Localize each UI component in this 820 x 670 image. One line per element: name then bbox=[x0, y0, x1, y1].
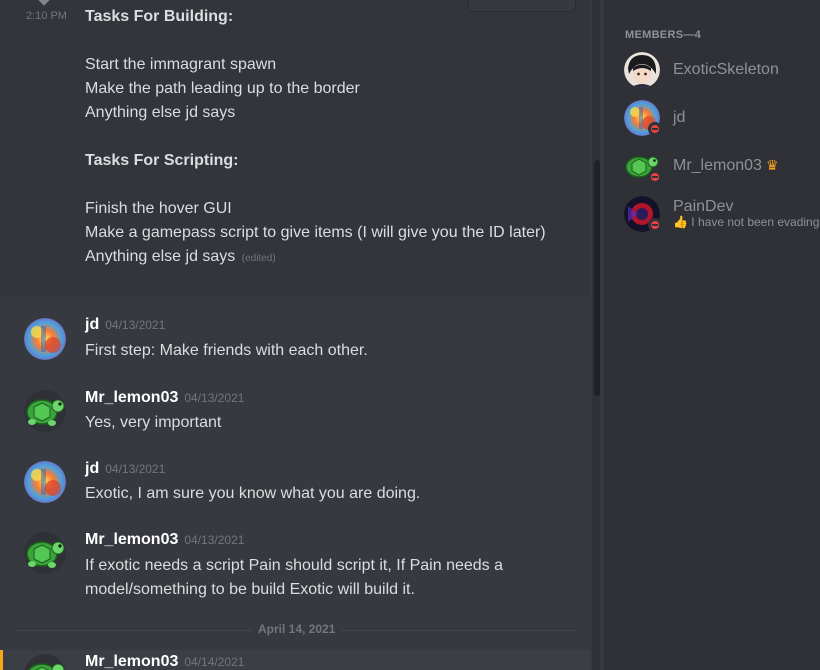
message-line: Anything else jd says (edited) bbox=[85, 245, 555, 271]
message-line-text: Anything else jd says bbox=[85, 248, 236, 265]
message-date: 04/13/2021 bbox=[105, 318, 166, 332]
date-divider-label: April 14, 2021 bbox=[252, 622, 342, 636]
message-text: First step: Make friends with each other… bbox=[85, 342, 368, 359]
dnd-status-icon bbox=[648, 170, 662, 184]
message-date: 04/13/2021 bbox=[105, 462, 166, 476]
author-name-text: jd bbox=[85, 316, 100, 333]
member-item-mr-lemon03[interactable]: Mr_lemon03 ♛ bbox=[624, 148, 820, 184]
member-item-paindev[interactable]: PainDev 👍 I have not been evading bbox=[624, 196, 820, 232]
edited-label: (edited) bbox=[241, 253, 276, 264]
member-item-jd[interactable]: jd bbox=[624, 100, 820, 136]
author-name[interactable]: Mr_lemon03 04/13/2021 bbox=[85, 531, 244, 549]
message-line: Tasks For Scripting: bbox=[85, 152, 239, 169]
member-name: ExoticSkeleton bbox=[673, 61, 779, 78]
message-date: 04/13/2021 bbox=[184, 391, 245, 405]
jd-avatar[interactable] bbox=[24, 461, 66, 503]
member-name: PainDev bbox=[673, 198, 734, 215]
author-name[interactable]: Mr_lemon03 04/13/2021 bbox=[85, 389, 244, 407]
crown-icon: ♛ bbox=[765, 157, 779, 173]
member-item-exoticskeleton[interactable]: ExoticSkeleton bbox=[624, 52, 820, 88]
author-name[interactable]: jd 04/13/2021 bbox=[85, 316, 165, 334]
message[interactable]: Mr_lemon03 04/14/2021 bbox=[0, 650, 590, 670]
author-name-text: jd bbox=[85, 460, 100, 477]
author-name[interactable]: jd 04/13/2021 bbox=[85, 460, 165, 478]
turtle-avatar[interactable] bbox=[24, 654, 66, 670]
member-name-text: Mr_lemon03 bbox=[673, 157, 762, 174]
message-time: 2:10 PM bbox=[26, 10, 67, 22]
turtle-avatar[interactable] bbox=[24, 390, 66, 432]
message-toolbar[interactable] bbox=[468, 0, 576, 12]
chat-panel: 2:10 PM Tasks For Building: Start the im… bbox=[0, 0, 604, 670]
author-name-text: Mr_lemon03 bbox=[85, 389, 179, 406]
continued-message[interactable]: 2:10 PM Tasks For Building: Start the im… bbox=[0, 0, 590, 296]
dnd-status-icon bbox=[648, 122, 662, 136]
custom-status-text: I have not been evading bbox=[691, 215, 820, 229]
message-line: Start the immagrant spawn bbox=[85, 56, 277, 73]
member-list: MEMBERS—4 ExoticSkeleton jd Mr_lemon03 ♛… bbox=[604, 0, 820, 670]
message-line: Make the path leading up to the border bbox=[85, 80, 360, 97]
member-name: jd bbox=[673, 109, 686, 126]
message[interactable]: jd 04/13/2021 Exotic, I am sure you know … bbox=[0, 457, 590, 513]
dnd-status-icon bbox=[648, 218, 662, 232]
message[interactable]: Mr_lemon03 04/13/2021 If exotic needs a s… bbox=[0, 528, 590, 608]
chat-scrollbar-thumb[interactable] bbox=[594, 160, 600, 396]
message-text: If exotic needs a script Pain should scr… bbox=[85, 557, 503, 598]
author-name-text: Mr_lemon03 bbox=[85, 653, 179, 670]
anime-avatar bbox=[624, 52, 660, 88]
thumbs-up-icon: 👍 bbox=[673, 215, 688, 229]
message-line: Make a gamepass script to give items (I … bbox=[85, 224, 546, 241]
member-name: Mr_lemon03 ♛ bbox=[673, 157, 779, 175]
message[interactable]: jd 04/13/2021 First step: Make friends wi… bbox=[0, 314, 590, 370]
turtle-avatar[interactable] bbox=[24, 532, 66, 574]
jd-avatar[interactable] bbox=[24, 318, 66, 360]
custom-status: 👍 I have not been evading bbox=[673, 215, 819, 229]
message[interactable]: Mr_lemon03 04/13/2021 Yes, very important bbox=[0, 386, 590, 442]
member-list-header: MEMBERS—4 bbox=[625, 29, 702, 41]
message-body: Tasks For Building: Start the immagrant … bbox=[85, 5, 555, 271]
message-date: 04/13/2021 bbox=[184, 533, 245, 547]
author-name-text: Mr_lemon03 bbox=[85, 531, 179, 548]
message-line: Anything else jd says bbox=[85, 104, 236, 121]
author-name[interactable]: Mr_lemon03 04/14/2021 bbox=[85, 653, 244, 670]
message-line: Finish the hover GUI bbox=[85, 200, 232, 217]
message-date: 04/14/2021 bbox=[184, 655, 245, 669]
message-text: Exotic, I am sure you know what you are … bbox=[85, 485, 421, 502]
message-text: Yes, very important bbox=[85, 414, 222, 431]
